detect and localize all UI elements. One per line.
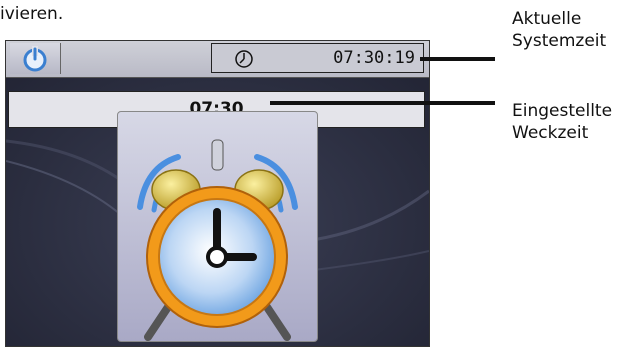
alarm-clock-icon	[137, 139, 298, 341]
annotation-alarm-time: Eingestellte Weckzeit	[512, 100, 612, 144]
annotation-line: Weckzeit	[512, 123, 589, 143]
power-icon	[23, 46, 47, 72]
leader-line-system-time	[420, 57, 495, 61]
alarm-clock-button[interactable]	[117, 111, 318, 342]
power-button[interactable]	[10, 43, 61, 74]
annotation-line: Aktuelle	[512, 9, 582, 29]
system-time-box: 07:30:19	[211, 43, 424, 73]
top-text-fragment: ivieren.	[0, 4, 64, 24]
leader-line-alarm-time	[270, 101, 495, 105]
annotation-system-time: Aktuelle Systemzeit	[512, 8, 606, 52]
status-bar: 07:30:19	[6, 41, 429, 78]
annotation-line: Systemzeit	[512, 31, 607, 51]
system-time: 07:30:19	[333, 48, 415, 68]
annotation-line: Eingestellte	[512, 101, 613, 121]
device-screen: 07:30:19 07:30	[5, 40, 430, 347]
clock-icon	[235, 50, 253, 68]
